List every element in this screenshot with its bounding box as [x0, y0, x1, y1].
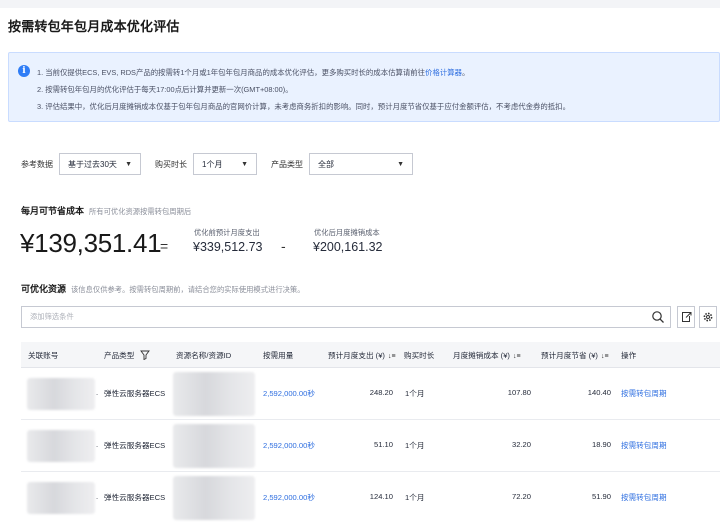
monthly-cost-cell: 124.10: [369, 492, 393, 501]
notice-line-1: 1. 当前仅提供ECS, EVS, RDS产品的按需转1个月或1年包年包月商品的…: [37, 64, 570, 81]
filter-icon[interactable]: [139, 350, 150, 361]
savings-section-title: 每月可节省成本 所有可优化资源按需转包周期后: [21, 204, 191, 217]
convert-to-subscription-link[interactable]: 按需转包周期: [621, 492, 667, 503]
header-saving[interactable]: 预计月度节省 (¥) ↓≡: [541, 350, 609, 361]
search-icon[interactable]: [650, 309, 666, 325]
amortized-cell: 32.20: [511, 440, 531, 449]
product-cell: 弹性云服务器ECS: [104, 493, 166, 502]
export-icon: [682, 312, 692, 322]
duration-label: 购买时长: [155, 159, 187, 169]
sort-icon[interactable]: ↓≡: [513, 353, 521, 360]
savings-subtitle: 所有可优化资源按需转包周期后: [89, 207, 192, 216]
account-redacted: [27, 378, 95, 410]
caret-down-icon: ▼: [397, 160, 404, 168]
resources-subtitle: 该信息仅供参考。按需转包周期前，请结合您的实际使用模式进行决策。: [71, 285, 305, 294]
amortized-cell: 72.20: [511, 492, 531, 501]
export-button[interactable]: [677, 306, 695, 328]
header-product: 产品类型: [104, 350, 150, 361]
notice-line-1-prefix: 1. 当前仅提供ECS, EVS, RDS产品的按需转1个月或1年包年包月商品的…: [37, 68, 426, 77]
convert-to-subscription-link[interactable]: 按需转包周期: [621, 388, 667, 399]
minus-sign: -: [281, 238, 286, 254]
row-dot: .: [96, 492, 99, 501]
header-action: 操作: [621, 351, 637, 360]
page-title: 按需转包年包月成本优化评估: [8, 19, 180, 34]
settings-button[interactable]: [699, 306, 717, 328]
header-account: 关联账号: [28, 351, 59, 360]
usage-link[interactable]: 2,592,000.00秒: [263, 492, 315, 503]
resource-redacted: [173, 476, 255, 520]
duration-cell: 1个月: [405, 493, 425, 502]
table-row: . 弹性云服务器ECS 2,592,000.00秒 248.20 1个月 107…: [21, 368, 720, 420]
price-calculator-link[interactable]: 价格计算器: [425, 68, 462, 77]
equals-sign: =: [160, 238, 169, 254]
post-optimization-label: 优化后月度摊销成本: [314, 228, 380, 237]
pre-optimization-label: 优化前预计月度支出: [194, 228, 260, 237]
resource-redacted: [173, 424, 255, 468]
caret-down-icon: ▼: [241, 160, 248, 168]
search-input[interactable]: 添加筛选条件: [21, 306, 671, 328]
ref-data-value: 基于过去30天: [68, 159, 117, 169]
header-amortized[interactable]: 月度摊销成本 (¥) ↓≡: [453, 350, 521, 361]
account-redacted: [27, 430, 95, 462]
product-cell: 弹性云服务器ECS: [104, 389, 166, 398]
top-bar: [0, 0, 720, 8]
convert-to-subscription-link[interactable]: 按需转包周期: [621, 440, 667, 451]
product-type-value: 全部: [318, 159, 334, 169]
notice-line-3: 3. 评估结果中，优化后月度摊销成本仅基于包年包月商品的官网价计算，未考虑商务折…: [37, 102, 570, 111]
duration-cell: 1个月: [405, 441, 425, 450]
product-type-select[interactable]: 全部 ▼: [309, 153, 413, 175]
notice-line-2: 2. 按需转包年包月的优化评估于每天17:00点后计算并更新一次(GMT+08:…: [37, 85, 293, 94]
pre-optimization-value: ¥339,512.73: [193, 240, 263, 254]
resource-redacted: [173, 372, 255, 416]
resources-section-title: 可优化资源 该信息仅供参考。按需转包周期前，请结合您的实际使用模式进行决策。: [21, 282, 305, 295]
notice-lines: 1. 当前仅提供ECS, EVS, RDS产品的按需转1个月或1年包年包月商品的…: [37, 64, 570, 115]
row-dot: .: [96, 388, 99, 397]
info-notice: i 1. 当前仅提供ECS, EVS, RDS产品的按需转1个月或1年包年包月商…: [8, 52, 720, 122]
saving-cell: 18.90: [591, 440, 611, 449]
product-type-label: 产品类型: [271, 159, 303, 169]
header-amortized-label: 月度摊销成本 (¥): [453, 351, 510, 360]
header-monthly-cost[interactable]: 预计月度支出 (¥) ↓≡: [328, 350, 396, 361]
savings-amount: ¥139,351.41: [20, 228, 162, 258]
post-optimization-value: ¥200,161.32: [313, 240, 383, 254]
table-row: . 弹性云服务器ECS 2,592,000.00秒 124.10 1个月 72.…: [21, 472, 720, 523]
sort-icon[interactable]: ↓≡: [388, 353, 396, 360]
filter-bar: 参考数据 基于过去30天 ▼ 购买时长 1个月 ▼ 产品类型 全部 ▼: [21, 152, 427, 176]
header-monthly-cost-label: 预计月度支出 (¥): [328, 351, 385, 360]
header-product-label: 产品类型: [104, 351, 135, 360]
savings-title: 每月可节省成本: [21, 206, 85, 216]
usage-link[interactable]: 2,592,000.00秒: [263, 440, 315, 451]
monthly-cost-cell: 51.10: [373, 440, 393, 449]
duration-value: 1个月: [202, 159, 223, 169]
gear-icon: [703, 312, 713, 322]
ref-data-label: 参考数据: [21, 159, 53, 169]
sort-icon[interactable]: ↓≡: [601, 353, 609, 360]
usage-link[interactable]: 2,592,000.00秒: [263, 388, 315, 399]
duration-cell: 1个月: [405, 389, 425, 398]
resources-title: 可优化资源: [21, 284, 67, 294]
header-usage: 按需用量: [263, 351, 294, 360]
info-circle-icon: i: [18, 65, 30, 77]
saving-cell: 51.90: [591, 492, 611, 501]
header-duration: 购买时长: [404, 351, 435, 360]
amortized-cell: 107.80: [507, 388, 531, 397]
saving-cell: 140.40: [587, 388, 611, 397]
account-redacted: [27, 482, 95, 514]
product-cell: 弹性云服务器ECS: [104, 441, 166, 450]
notice-line-1-suffix: 。: [462, 68, 470, 77]
duration-select[interactable]: 1个月 ▼: [193, 153, 257, 175]
row-dot: .: [96, 440, 99, 449]
table-header: 关联账号 产品类型 资源名称/资源ID 按需用量 预计月度支出 (¥) ↓≡ 购买…: [21, 342, 720, 368]
caret-down-icon: ▼: [125, 160, 132, 168]
header-saving-label: 预计月度节省 (¥): [541, 351, 598, 360]
monthly-cost-cell: 248.20: [369, 388, 393, 397]
header-resource: 资源名称/资源ID: [176, 351, 232, 360]
table-row: . 弹性云服务器ECS 2,592,000.00秒 51.10 1个月 32.2…: [21, 420, 720, 472]
ref-data-select[interactable]: 基于过去30天 ▼: [59, 153, 141, 175]
search-placeholder: 添加筛选条件: [30, 312, 74, 321]
